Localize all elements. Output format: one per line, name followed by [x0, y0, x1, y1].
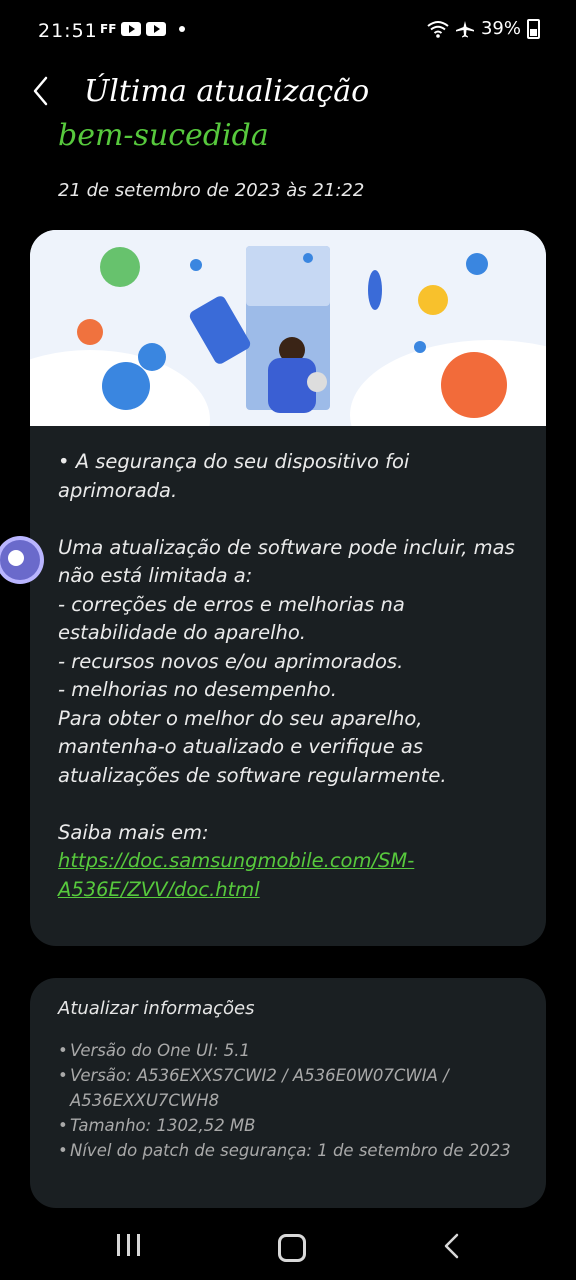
airplane-icon [455, 20, 474, 37]
one-ui-version: Versão do One UI: 5.1 [58, 1038, 528, 1063]
youtube-icon [121, 22, 142, 36]
release-notes-security: • A segurança do seu dispositivo foi apr… [58, 450, 410, 502]
update-size: Tamanho: 1302,52 MB [58, 1113, 528, 1138]
learn-more-label: Saiba mais em: [58, 820, 209, 844]
build-version: Versão: A536EXXS7CWI2 / A536E0W07CWIA / … [58, 1063, 528, 1113]
status-notification-icons: FF [100, 22, 186, 36]
update-status-headline: bem-sucedida [58, 118, 269, 153]
ff-icon: FF [100, 22, 117, 36]
app-bar: Última atualização [0, 64, 576, 124]
notification-dot [179, 26, 186, 32]
navigation-bar [0, 1210, 576, 1280]
floating-assistant-bubble[interactable] [0, 540, 40, 580]
page-title: Última atualização [84, 74, 370, 109]
battery-percent: 39% [480, 18, 521, 39]
update-date: 21 de setembro de 2023 às 21:22 [58, 180, 365, 201]
youtube-icon [146, 22, 167, 36]
update-info-list: Versão do One UI: 5.1 Versão: A536EXXS7C… [58, 1038, 528, 1163]
learn-more-link[interactable]: https://doc.samsungmobile.com/SM-A536E/Z… [58, 849, 414, 901]
home-button[interactable] [278, 1234, 306, 1262]
status-system-icons: 39% [427, 18, 540, 39]
battery-icon [527, 18, 540, 39]
wifi-icon [427, 20, 449, 38]
release-notes-body: • A segurança do seu dispositivo foi apr… [58, 448, 528, 904]
release-notes-details: Uma atualização de software pode incluir… [58, 535, 515, 787]
security-patch-level: Nível do patch de segurança: 1 de setemb… [58, 1138, 528, 1163]
update-illustration [30, 230, 546, 426]
update-info-card: Atualizar informações Versão do One UI: … [30, 978, 546, 1208]
status-bar: 21:51 FF 39% [0, 0, 576, 64]
recent-apps-button[interactable] [117, 1234, 141, 1256]
back-button[interactable] [28, 74, 58, 108]
nav-back-button[interactable] [440, 1232, 464, 1260]
release-notes-card: • A segurança do seu dispositivo foi apr… [30, 230, 546, 946]
status-time: 21:51 [38, 20, 98, 42]
update-info-title: Atualizar informações [58, 998, 255, 1019]
